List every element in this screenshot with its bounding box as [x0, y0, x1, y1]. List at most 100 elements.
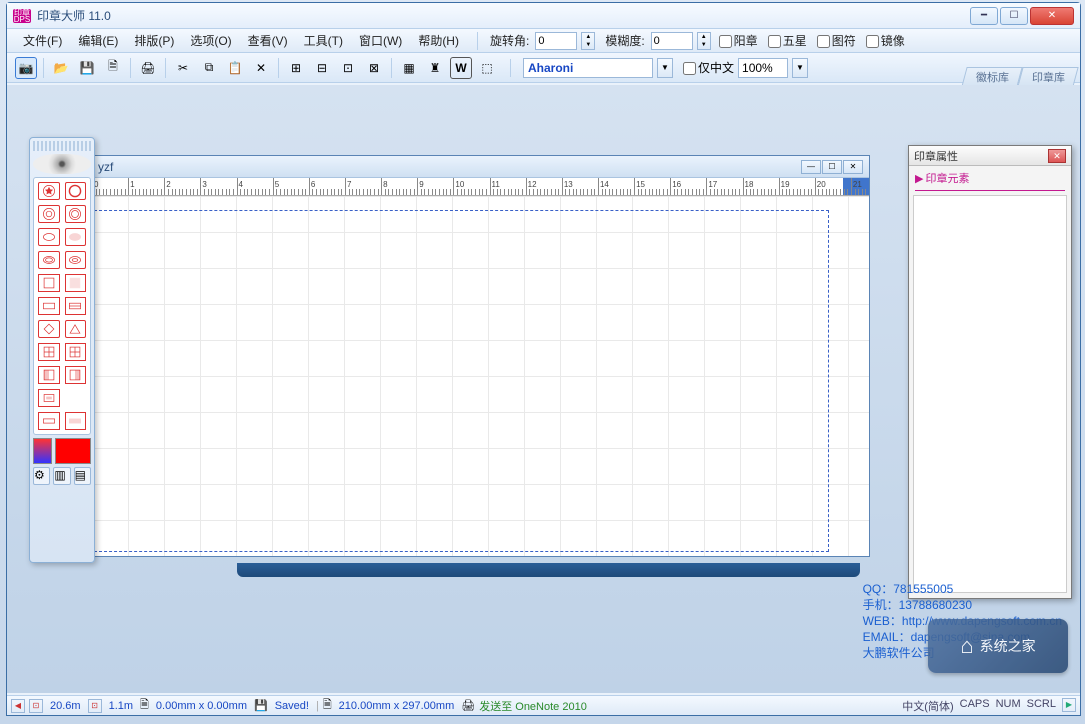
- zoom-dropdown-icon[interactable]: ▼: [792, 58, 808, 78]
- blur-input[interactable]: [651, 32, 693, 50]
- rotate-spinner[interactable]: ▲▼: [581, 32, 595, 50]
- menu-layout[interactable]: 排版(P): [128, 30, 180, 51]
- shape-square-fill-icon[interactable]: [65, 274, 87, 292]
- toolbox-footer-3[interactable]: ▤: [74, 467, 91, 485]
- check-star[interactable]: 五星: [768, 32, 807, 49]
- properties-titlebar[interactable]: 印章属性 ✕: [909, 146, 1071, 166]
- paste-icon[interactable]: 📋: [224, 57, 246, 79]
- shape-halves2-icon[interactable]: [65, 366, 87, 384]
- check-cnonly[interactable]: 仅中文: [683, 59, 734, 76]
- shape-square-icon[interactable]: [38, 274, 60, 292]
- font-dropdown-icon[interactable]: ▼: [657, 58, 673, 78]
- tab-badgelib[interactable]: 徽标库: [961, 67, 1022, 87]
- toolbox-footer-1[interactable]: ⚙: [33, 467, 50, 485]
- main-window: 印章DPS 印章大师 11.0 ━ ☐ ✕ 文件(F) 编辑(E) 排版(P) …: [6, 2, 1081, 716]
- save-icon[interactable]: 💾: [76, 57, 98, 79]
- shape-bar-icon[interactable]: [38, 412, 60, 430]
- properties-close-button[interactable]: ✕: [1048, 149, 1066, 163]
- status-sizebox1-icon[interactable]: ⊡: [29, 699, 43, 713]
- delete-icon[interactable]: ✕: [250, 57, 272, 79]
- shape-rect-lines-icon[interactable]: [65, 297, 87, 315]
- shape-ring2-icon[interactable]: [65, 205, 87, 223]
- color-swatch[interactable]: [55, 438, 91, 464]
- shape-halves-icon[interactable]: [38, 366, 60, 384]
- shape-bar2-icon[interactable]: [65, 412, 87, 430]
- check-tufu[interactable]: 图符: [817, 32, 856, 49]
- shape-rect-icon[interactable]: [38, 297, 60, 315]
- document-titlebar[interactable]: yzf — ☐ ✕: [92, 156, 869, 178]
- shape-grid2b-icon[interactable]: [65, 343, 87, 361]
- check-yang[interactable]: 阳章: [719, 32, 758, 49]
- disk-icon: 💾: [254, 699, 268, 712]
- printer-icon: 🖨: [461, 699, 475, 712]
- minimize-button[interactable]: ━: [970, 7, 998, 25]
- tool-icon-w[interactable]: W: [450, 57, 472, 79]
- tool-icon-b[interactable]: ⬚: [476, 57, 498, 79]
- properties-panel: 印章属性 ✕ ▶印章元素: [908, 145, 1072, 599]
- status-arrow-right-icon[interactable]: ▶: [1062, 698, 1076, 712]
- close-button[interactable]: ✕: [1030, 7, 1074, 25]
- toolbar: 📷 📂 💾 🗎 🖨 ✂ ⧉ 📋 ✕ ⊞ ⊟ ⊡ ⊠ ▦ ♜ W ⬚ Aharon…: [7, 53, 1080, 83]
- shape-circle-star-icon[interactable]: [38, 182, 60, 200]
- properties-section-header[interactable]: ▶印章元素: [909, 166, 1071, 190]
- status-arrow-left-icon[interactable]: ◀: [11, 699, 25, 713]
- doc-shadow: [237, 563, 860, 577]
- align-icon-3[interactable]: ⊡: [337, 57, 359, 79]
- shape-grid2-icon[interactable]: [38, 343, 60, 361]
- maximize-button[interactable]: ☐: [1000, 7, 1028, 25]
- shape-triangle-icon[interactable]: [65, 320, 87, 338]
- gradient-swatch[interactable]: [33, 438, 52, 464]
- doc-close-button[interactable]: ✕: [843, 160, 863, 174]
- doc-minimize-button[interactable]: —: [801, 160, 821, 174]
- zoom-select[interactable]: 100%: [738, 58, 788, 78]
- copy-icon[interactable]: ⧉: [198, 57, 220, 79]
- shape-diamond-icon[interactable]: [38, 320, 60, 338]
- menu-help[interactable]: 帮助(H): [412, 30, 465, 51]
- shape-oval-ring-icon[interactable]: [38, 251, 60, 269]
- toolbox-footer-2[interactable]: ▥: [53, 467, 70, 485]
- eye-icon[interactable]: [33, 154, 91, 174]
- check-mirror[interactable]: 镜像: [866, 32, 905, 49]
- print-icon[interactable]: 🖨: [137, 57, 159, 79]
- align-icon-2[interactable]: ⊟: [311, 57, 333, 79]
- rotate-input[interactable]: [535, 32, 577, 50]
- shape-circle-icon[interactable]: [65, 182, 87, 200]
- menu-bar: 文件(F) 编辑(E) 排版(P) 选项(O) 查看(V) 工具(T) 窗口(W…: [7, 29, 1080, 53]
- shape-toolbox[interactable]: ⚙ ▥ ▤: [29, 137, 95, 563]
- align-icon-4[interactable]: ⊠: [363, 57, 385, 79]
- status-scrl: SCRL: [1027, 698, 1056, 714]
- properties-title: 印章属性: [914, 148, 1048, 164]
- house-icon: ⌂: [960, 633, 973, 659]
- shape-singlebox-icon[interactable]: [38, 389, 60, 407]
- menu-options[interactable]: 选项(O): [184, 30, 237, 51]
- shape-ellipse-icon[interactable]: [38, 228, 60, 246]
- menu-window[interactable]: 窗口(W): [353, 30, 408, 51]
- toolbox-grip[interactable]: [33, 141, 91, 151]
- cut-icon[interactable]: ✂: [172, 57, 194, 79]
- tab-seallib[interactable]: 印章库: [1017, 67, 1078, 87]
- menu-view[interactable]: 查看(V): [242, 30, 294, 51]
- canvas-area[interactable]: [92, 196, 869, 556]
- blur-spinner[interactable]: ▲▼: [697, 32, 711, 50]
- shape-ellipse-hatch-icon[interactable]: [65, 228, 87, 246]
- export-icon[interactable]: 🗎: [102, 57, 124, 79]
- status-lang: 中文(简体): [902, 698, 953, 714]
- shape-oval-ring2-icon[interactable]: [65, 251, 87, 269]
- titlebar[interactable]: 印章DPS 印章大师 11.0 ━ ☐ ✕: [7, 3, 1080, 29]
- status-sizebox2-icon[interactable]: ⊡: [88, 699, 102, 713]
- status-send[interactable]: 发送至 OneNote 2010: [479, 698, 587, 714]
- shape-ring-icon[interactable]: [38, 205, 60, 223]
- camera-icon[interactable]: 📷: [15, 57, 37, 79]
- tool-icon-a[interactable]: ♜: [424, 57, 446, 79]
- menu-edit[interactable]: 编辑(E): [72, 30, 124, 51]
- doc-maximize-button[interactable]: ☐: [822, 160, 842, 174]
- blur-label: 模糊度:: [605, 32, 644, 49]
- menu-file[interactable]: 文件(F): [17, 30, 68, 51]
- align-icon-1[interactable]: ⊞: [285, 57, 307, 79]
- horizontal-ruler[interactable]: 0123456789101112131415161718192021: [92, 178, 869, 196]
- open-icon[interactable]: 📂: [50, 57, 72, 79]
- grid-icon[interactable]: ▦: [398, 57, 420, 79]
- watermark-badge: ⌂ 系统之家: [928, 619, 1068, 673]
- font-select[interactable]: Aharoni: [523, 58, 653, 78]
- menu-tools[interactable]: 工具(T): [298, 30, 349, 51]
